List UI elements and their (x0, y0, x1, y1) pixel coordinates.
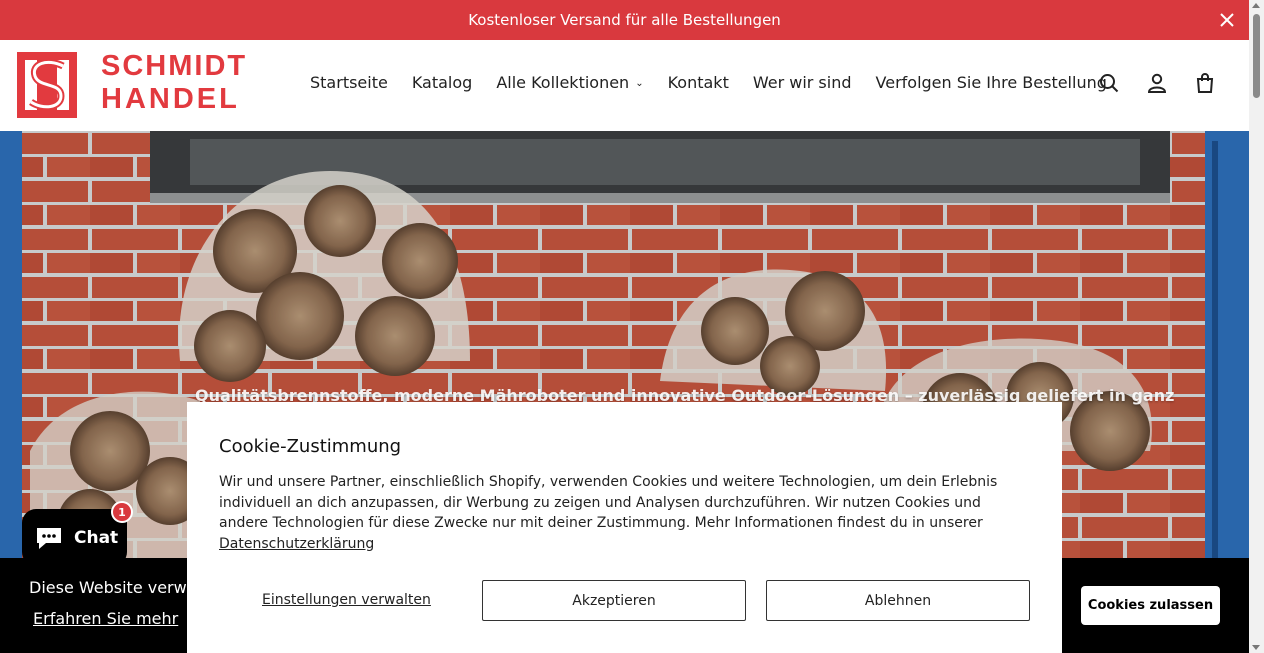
scrollbar-thumb[interactable] (1253, 14, 1260, 98)
cart-icon[interactable] (1195, 73, 1215, 93)
nav-item-wer-wir-sind[interactable]: Wer wir sind (753, 73, 852, 92)
search-icon[interactable] (1099, 73, 1119, 93)
brand-logo[interactable]: SCHMIDT HANDEL (17, 50, 245, 120)
consent-body-text: Wir und unsere Partner, einschließlich S… (219, 474, 998, 531)
brand-name: SCHMIDT HANDEL (101, 50, 247, 116)
learn-more-link[interactable]: Erfahren Sie mehr (33, 609, 178, 628)
nav-item-alle-kollektionen[interactable]: Alle Kollektionen ⌄ (496, 73, 643, 92)
consent-title: Cookie-Zustimmung (219, 436, 402, 457)
nav-item-bestellung-verfolgen[interactable]: Verfolgen Sie Ihre Bestellung (876, 73, 1107, 92)
close-icon[interactable] (1217, 10, 1237, 30)
chat-label: Chat (74, 527, 119, 548)
scroll-up-icon[interactable] (1252, 3, 1260, 8)
manage-settings-link[interactable]: Einstellungen verwalten (262, 592, 431, 608)
main-nav: Startseite Katalog Alle Kollektionen ⌄ Ko… (310, 73, 1107, 92)
header-icons (1099, 73, 1215, 93)
announcement-bar: Kostenloser Versand für alle Bestellunge… (0, 0, 1249, 40)
scroll-down-icon[interactable] (1252, 645, 1260, 650)
privacy-policy-link[interactable]: Datenschutzerklärung (219, 536, 374, 552)
site-header: SCHMIDT HANDEL Startseite Katalog Alle K… (0, 40, 1249, 131)
nav-item-startseite[interactable]: Startseite (310, 73, 388, 92)
brand-line2: HANDEL (101, 83, 240, 115)
announcement-text: Kostenloser Versand für alle Bestellunge… (468, 11, 781, 29)
consent-body: Wir und unsere Partner, einschließlich S… (219, 472, 1034, 554)
account-icon[interactable] (1147, 73, 1167, 93)
cookie-banner-message: Diese Website verwe (29, 578, 197, 597)
brand-line1: SCHMIDT (101, 50, 248, 82)
cookie-consent-dialog: Cookie-Zustimmung Wir und unsere Partner… (187, 402, 1062, 653)
nav-item-alle-kollektionen-label: Alle Kollektionen (496, 73, 630, 92)
nav-item-kontakt[interactable]: Kontakt (668, 73, 729, 92)
accept-button[interactable]: Akzeptieren (482, 580, 746, 621)
logo-mark-icon (17, 52, 77, 118)
chat-button[interactable]: Chat 1 (22, 501, 133, 566)
chat-bubble-icon (37, 527, 61, 549)
nav-item-katalog[interactable]: Katalog (412, 73, 472, 92)
chat-unread-badge: 1 (111, 501, 133, 523)
decline-button[interactable]: Ablehnen (766, 580, 1030, 621)
page-scrollbar[interactable] (1249, 0, 1264, 653)
allow-cookies-button[interactable]: Cookies zulassen (1081, 586, 1220, 625)
chevron-down-icon: ⌄ (635, 78, 644, 89)
